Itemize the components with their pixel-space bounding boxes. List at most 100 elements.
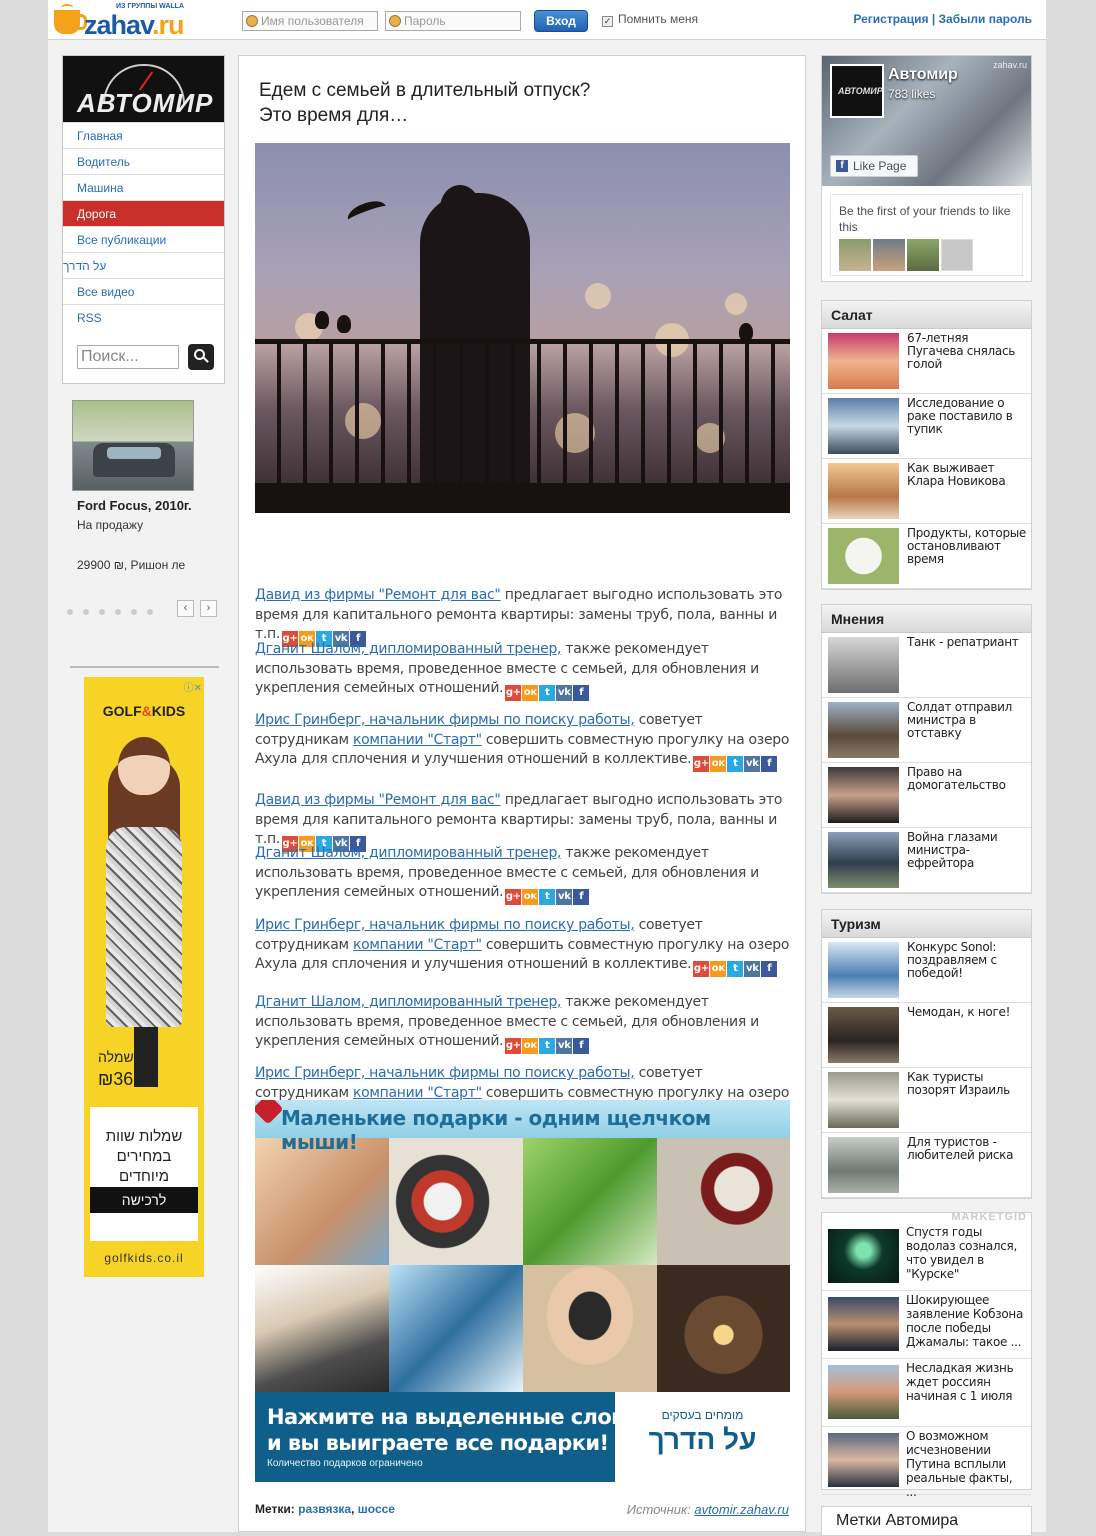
thumbnail[interactable] [828, 1365, 899, 1419]
google-plus-icon[interactable]: g+ [693, 756, 710, 772]
expert-link[interactable]: Давид из фирмы "Ремонт для вас" [255, 587, 501, 603]
list-item-title[interactable]: Как туристы позорят Израиль [907, 1071, 1027, 1097]
thumbnail[interactable] [828, 702, 899, 758]
odnoklassniki-icon[interactable]: ок [522, 685, 539, 701]
facebook-icon[interactable]: f [573, 685, 590, 701]
forgot-password-link[interactable]: Забыли пароль [939, 12, 1032, 26]
thumbnail[interactable] [828, 767, 899, 823]
thumbnail[interactable] [828, 637, 899, 693]
thumbnail[interactable] [828, 1229, 899, 1283]
list-item-title[interactable]: Шокирующее заявление Кобзона после побед… [906, 1293, 1026, 1349]
list-item-title[interactable]: Право на домогательство [907, 766, 1027, 792]
thumbnail[interactable] [828, 398, 899, 454]
list-item[interactable]: Конкурс Sonol: поздравляем с победой! [822, 938, 1031, 1003]
odnoklassniki-icon[interactable]: ок [522, 889, 539, 905]
vk-icon[interactable]: vk [744, 961, 761, 977]
list-item-title[interactable]: О возможном исчезновении Путина всплыли … [906, 1429, 1026, 1499]
twitter-icon[interactable]: t [539, 1038, 556, 1054]
sidebar-item[interactable]: Главная [63, 122, 224, 148]
carousel-dot[interactable] [115, 609, 121, 615]
twitter-icon[interactable]: t [727, 961, 744, 977]
remember-me[interactable]: ✓ Помнить меня [602, 12, 698, 27]
facebook-icon[interactable]: f [573, 1038, 590, 1054]
sidebar-item[interactable]: Дорога [63, 200, 224, 226]
twitter-icon[interactable]: t [539, 685, 556, 701]
list-item[interactable]: О возможном исчезновении Путина всплыли … [822, 1427, 1031, 1499]
facebook-page-avatar[interactable]: АВТОМИР [830, 64, 884, 118]
like-page-button[interactable]: f Like Page [830, 155, 918, 177]
carousel-dot[interactable] [67, 609, 73, 615]
source-link[interactable]: avtomir.zahav.ru [694, 1502, 789, 1517]
twitter-icon[interactable]: t [539, 889, 556, 905]
google-plus-icon[interactable]: g+ [505, 889, 522, 905]
google-plus-icon[interactable]: g+ [693, 961, 710, 977]
list-item[interactable]: Солдат отправил министра в отставку [822, 698, 1031, 763]
twitter-icon[interactable]: t [727, 756, 744, 772]
sidebar-item[interactable]: RSS [63, 304, 224, 330]
sidebar-item[interactable]: על הדרך [63, 252, 224, 278]
company-link[interactable]: компании "Старт" [353, 1085, 482, 1101]
list-item-title[interactable]: Танк - репатриант [907, 636, 1027, 649]
vk-icon[interactable]: vk [744, 756, 761, 772]
expert-link[interactable]: Дганит Шалом, дипломированный тренер, [255, 641, 562, 657]
list-item-title[interactable]: Чемодан, к ноге! [907, 1006, 1027, 1019]
list-item[interactable]: Спустя годы водолаз сознался, что увидел… [822, 1223, 1031, 1291]
thumbnail[interactable] [828, 1433, 899, 1487]
register-link[interactable]: Регистрация [853, 12, 928, 26]
facebook-icon[interactable]: f [761, 756, 778, 772]
carousel-prev-button[interactable]: ‹ [177, 600, 194, 617]
odnoklassniki-icon[interactable]: ок [710, 756, 727, 772]
carousel-dot[interactable] [99, 609, 105, 615]
list-item[interactable]: Право на домогательство [822, 763, 1031, 828]
login-button[interactable]: Вход [534, 10, 588, 32]
expert-link[interactable]: Ирис Гринберг, начальник фирмы по поиску… [255, 917, 635, 933]
list-item-title[interactable]: Продукты, которые остановливают время [907, 527, 1027, 566]
list-item[interactable]: Чемодан, к ноге! [822, 1003, 1031, 1068]
vk-icon[interactable]: vk [556, 685, 573, 701]
list-item[interactable]: Как туристы позорят Израиль [822, 1068, 1031, 1133]
carousel-dot[interactable] [147, 609, 153, 615]
carousel-dot[interactable] [131, 609, 137, 615]
list-item[interactable]: Исследование о раке поставило в тупик [822, 394, 1031, 459]
google-plus-icon[interactable]: g+ [505, 685, 522, 701]
list-item[interactable]: Для туристов - любителей риска [822, 1133, 1031, 1198]
facebook-icon[interactable]: f [761, 961, 778, 977]
list-item[interactable]: Шокирующее заявление Кобзона после побед… [822, 1291, 1031, 1359]
avatar[interactable] [907, 239, 939, 271]
list-item[interactable]: 67-летняя Пугачева снялась голой [822, 329, 1031, 394]
sidebar-item[interactable]: Машина [63, 174, 224, 200]
list-item-title[interactable]: Как выживает Клара Новикова [907, 462, 1027, 488]
list-item[interactable]: Как выживает Клара Новикова [822, 459, 1031, 524]
expert-link[interactable]: Дганит Шалом, дипломированный тренер, [255, 994, 562, 1010]
list-item-title[interactable]: Солдат отправил министра в отставку [907, 701, 1027, 740]
search-button[interactable] [188, 344, 214, 370]
facebook-icon[interactable]: f [573, 889, 590, 905]
list-item-title[interactable]: 67-летняя Пугачева снялась голой [907, 332, 1027, 371]
sidebar-item[interactable]: Водитель [63, 148, 224, 174]
company-link[interactable]: компании "Старт" [353, 937, 482, 953]
list-item[interactable]: Продукты, которые остановливают время [822, 524, 1031, 589]
thumbnail[interactable] [828, 333, 899, 389]
avtomir-logo[interactable]: АВТОМИР [63, 56, 224, 122]
thumbnail[interactable] [828, 832, 899, 888]
list-item-title[interactable]: Спустя годы водолаз сознался, что увидел… [906, 1225, 1026, 1281]
search-input[interactable]: Поиск... [77, 345, 179, 369]
facebook-cover[interactable]: zahav.ru АВТОМИР Автомир 783 likes f Like… [822, 56, 1031, 186]
zahav-logo[interactable]: ИЗ ГРУППЫ WALLA zahav.ru [54, 3, 204, 40]
thumbnail[interactable] [828, 1007, 899, 1063]
list-item-title[interactable]: Война глазами министра-ефрейтора [907, 831, 1027, 870]
avatar[interactable] [941, 239, 973, 271]
list-item-title[interactable]: Для туристов - любителей риска [907, 1136, 1027, 1162]
avatar[interactable] [839, 239, 871, 271]
thumbnail[interactable] [828, 1072, 899, 1128]
list-item-title[interactable]: Конкурс Sonol: поздравляем с победой! [907, 941, 1027, 980]
car-listing-title[interactable]: Ford Focus, 2010г. [77, 498, 192, 513]
ad-close-icon[interactable]: ⓘ✕ [184, 679, 202, 694]
gifts-promo-banner[interactable]: Маленькие подарки - одним щелчком мыши! … [255, 1100, 790, 1482]
password-input[interactable]: Пароль [385, 11, 521, 31]
tag-link[interactable]: шоссе [358, 1502, 395, 1516]
username-input[interactable]: Имя пользователя [242, 11, 378, 31]
expert-link[interactable]: Ирис Гринберг, начальник фирмы по поиску… [255, 1065, 635, 1081]
thumbnail[interactable] [828, 1137, 899, 1193]
expert-link[interactable]: Ирис Гринберг, начальник фирмы по поиску… [255, 712, 635, 728]
